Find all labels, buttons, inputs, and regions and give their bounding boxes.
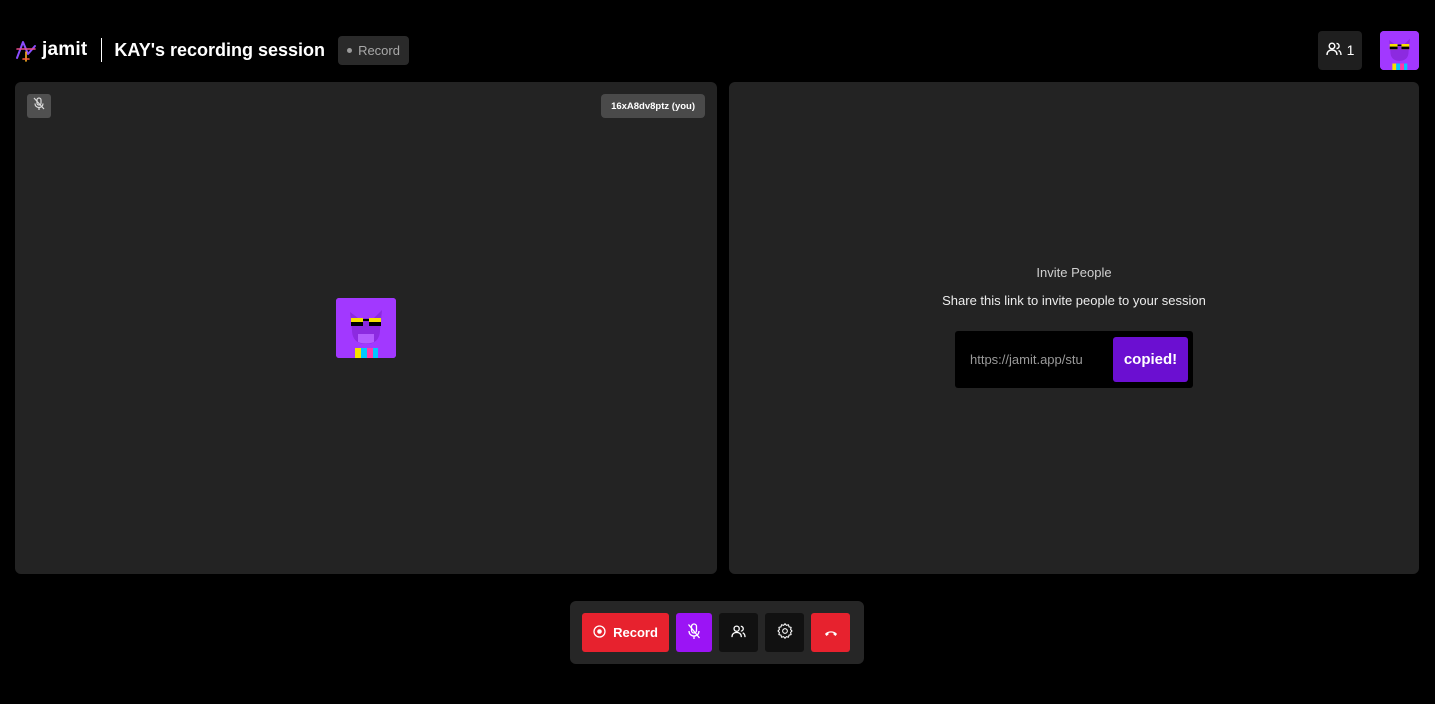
record-button[interactable]: Record [582, 613, 669, 652]
tile-mic-muted-badge [27, 94, 51, 118]
participants-button[interactable]: 1 [1318, 30, 1362, 70]
brand-divider [101, 38, 103, 62]
avatar-icon [336, 298, 396, 358]
logo-icon [15, 38, 37, 62]
mic-toggle-button[interactable] [676, 613, 712, 652]
mic-off-icon [687, 622, 701, 643]
users-icon [1325, 42, 1342, 59]
invite-panel: Invite People Share this link to invite … [729, 82, 1419, 574]
brand-name: jamit [42, 39, 88, 60]
mic-off-icon [33, 96, 45, 116]
record-status-label: Record [358, 42, 400, 58]
gear-icon [776, 623, 793, 642]
call-controls-bar: Record [570, 601, 864, 664]
participant-name-tag: 16xA8dv8ptz (you) [601, 94, 705, 118]
app-root: jamit KAY's recording session Record 1 1… [0, 0, 1435, 704]
settings-button[interactable] [765, 613, 804, 652]
top-bar: jamit KAY's recording session Record 1 [15, 30, 1419, 70]
participant-avatar [336, 298, 396, 358]
record-button-label: Record [613, 625, 658, 640]
avatar-icon [1380, 30, 1419, 70]
people-button[interactable] [719, 613, 758, 652]
user-avatar[interactable] [1380, 30, 1419, 70]
session-title: KAY's recording session [114, 39, 326, 60]
invite-content: Invite People Share this link to invite … [729, 265, 1419, 388]
invite-link-field[interactable]: https://jamit.app/stu [970, 352, 1113, 367]
brand[interactable]: jamit [15, 38, 87, 62]
invite-subtitle: Share this link to invite people to your… [942, 293, 1206, 308]
video-tile: 16xA8dv8ptz (you) [15, 82, 717, 574]
invite-link-box: https://jamit.app/stu copied! [955, 331, 1193, 388]
record-status-badge: Record [338, 35, 409, 65]
header-actions: 1 [1318, 30, 1419, 70]
record-icon [593, 624, 606, 641]
phone-hangup-icon [824, 625, 838, 640]
copy-link-button[interactable]: copied! [1113, 337, 1188, 382]
invite-title: Invite People [1036, 265, 1112, 280]
participant-count: 1 [1346, 42, 1355, 58]
record-dot-icon [347, 47, 353, 53]
users-icon [731, 624, 746, 641]
leave-call-button[interactable] [811, 613, 850, 652]
